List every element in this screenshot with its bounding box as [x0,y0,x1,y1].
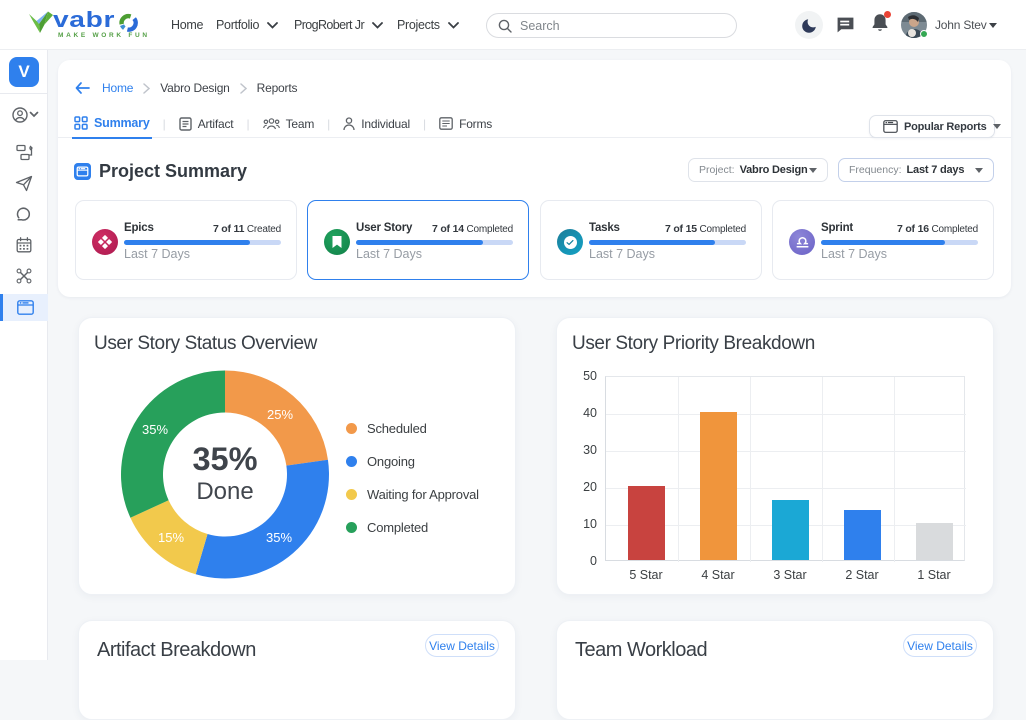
svg-text:35%: 35% [266,530,292,545]
svg-text:15%: 15% [158,530,184,545]
svg-text:Done: Done [196,478,253,505]
svg-text:35%: 35% [142,422,168,437]
svg-text:35%: 35% [192,441,257,477]
svg-text:25%: 25% [267,407,293,422]
